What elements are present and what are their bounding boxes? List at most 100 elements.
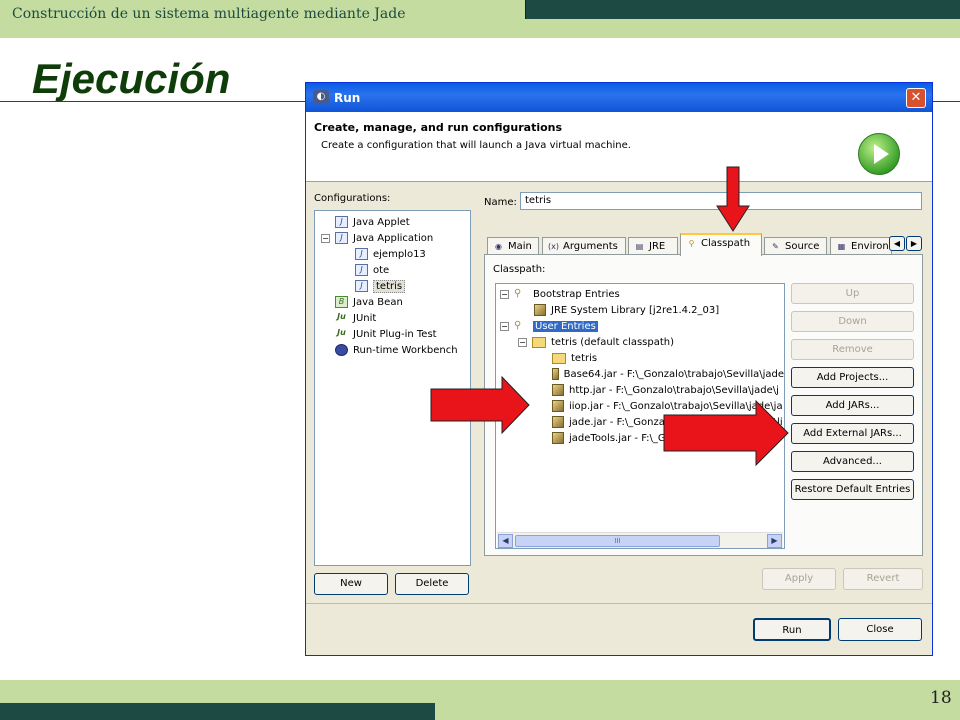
library-icon [534,304,546,316]
tab-label: JRE [649,241,666,252]
cp-item-label: tetris [571,352,598,364]
cp-item-bootstrap[interactable]: − ⚲ Bootstrap Entries [496,286,784,302]
dialog-banner: Create, manage, and run configurations C… [306,112,932,182]
tree-item-label: Run-time Workbench [353,344,458,356]
restore-default-entries-button[interactable]: Restore Default Entries [791,479,914,500]
collapse-icon[interactable]: − [500,289,509,299]
cp-item-label: User Entries [533,320,598,332]
user-entries-icon: ⚲ [514,320,522,331]
cp-item-jar[interactable]: http.jar - F:\_Gonzalo\trabajo\Sevilla\j… [496,382,784,398]
environment-icon: ▦ [837,241,846,251]
cp-item-label: Bootstrap Entries [533,288,620,300]
revert-button[interactable]: Revert [843,568,923,590]
cp-item-label: JRE System Library [j2re1.4.2_03] [551,304,720,316]
slide-header-text: Construcción de un sistema multiagente m… [12,6,406,22]
run-button[interactable]: Run [753,618,831,641]
tab-label: Main [508,241,532,252]
cp-item-jar[interactable]: Base64.jar - F:\_Gonzalo\trabajo\Sevilla… [496,366,784,382]
slide-title: Ejecución [32,55,231,102]
collapse-icon[interactable]: − [518,337,527,347]
bootstrap-entries-icon: ⚲ [514,288,522,299]
down-arrow-to-classpath-tab [716,166,750,232]
tab-scroll-right-icon[interactable]: ▶ [906,236,922,251]
scroll-right-icon[interactable]: ▶ [767,534,782,548]
dialog-titlebar[interactable]: ◐ Run ✕ [306,83,932,112]
close-button[interactable]: Close [838,618,922,641]
tree-item-label: Java Application [353,232,434,244]
delete-button[interactable]: Delete [395,573,469,595]
run-launch-icon [858,133,900,175]
scroll-left-icon[interactable]: ◀ [498,534,513,548]
tree-item-java-application[interactable]: − J Java Application [315,230,470,246]
tree-item-label: ejemplo13 [373,248,426,260]
tree-item-junit[interactable]: Ju JUnit [315,310,470,326]
tab-label: Source [785,241,820,252]
add-projects-button[interactable]: Add Projects... [791,367,914,388]
page-number: 18 [930,688,952,708]
new-button[interactable]: New [314,573,388,595]
tree-item-java-bean[interactable]: B Java Bean [315,294,470,310]
main-tab-icon: ◉ [495,241,502,251]
junit-plugin-icon: Ju [337,328,346,337]
tree-item-java-applet[interactable]: J Java Applet [315,214,470,230]
remove-button[interactable]: Remove [791,339,914,360]
workbench-icon [335,344,348,356]
apply-button[interactable]: Apply [762,568,836,590]
tree-item-label: Java Bean [353,296,403,308]
source-icon: ✎ [772,241,779,251]
eclipse-icon: ◐ [313,90,329,104]
cp-item-jre-library[interactable]: JRE System Library [j2re1.4.2_03] [496,302,784,318]
tree-item-label: tetris [373,279,406,293]
advanced-button[interactable]: Advanced... [791,451,914,472]
run-dialog: ◐ Run ✕ Create, manage, and run configur… [305,82,933,656]
add-external-jars-button[interactable]: Add External JARs... [791,423,914,444]
tree-item-label: JUnit [353,312,377,324]
collapse-icon[interactable]: − [500,321,509,331]
classpath-label: Classpath: [493,264,546,275]
arguments-icon: (x) [548,241,559,251]
jar-icon [552,432,564,444]
tree-item-label: ote [373,264,390,276]
close-icon[interactable]: ✕ [906,88,926,108]
horizontal-scrollbar[interactable]: ◀ III ▶ [497,532,783,548]
tree-item-ejemplo13[interactable]: Jejemplo13 [315,246,470,262]
java-config-icon: J [355,280,368,292]
banner-description: Create a configuration that will launch … [321,140,631,151]
add-jars-button[interactable]: Add JARs... [791,395,914,416]
jar-icon [552,368,559,380]
java-config-icon: J [355,264,368,276]
java-applet-icon: J [335,216,348,228]
scrollbar-thumb[interactable]: III [515,535,720,547]
cp-item-label: http.jar - F:\_Gonzalo\trabajo\Sevilla\j… [569,384,779,396]
cp-item-label: tetris (default classpath) [551,336,674,348]
junit-icon: Ju [337,312,346,321]
slide-header-dark-bar [525,0,960,19]
slide-footer-dark-bar [0,703,435,720]
collapse-icon[interactable]: − [321,233,330,243]
banner-title: Create, manage, and run configurations [314,121,563,134]
cp-item-label: Base64.jar - F:\_Gonzalo\trabajo\Sevilla… [563,368,784,380]
jre-icon: ▤ [635,241,644,251]
jar-icon [552,400,564,412]
folder-icon [552,352,566,364]
tree-item-junit-plugin[interactable]: Ju JUnit Plug-in Test [315,326,470,342]
java-bean-icon: B [335,296,348,308]
configurations-label: Configurations: [314,193,391,204]
name-label: Name: [484,197,517,208]
tab-classpath[interactable]: ⚲ Classpath [680,233,762,256]
cp-item-tetris-default[interactable]: − tetris (default classpath) [496,334,784,350]
tree-item-tetris[interactable]: Jtetris [315,278,470,294]
right-arrow-to-jar-list [430,376,530,434]
tree-item-ote[interactable]: Jote [315,262,470,278]
tab-label: Environ [851,241,889,252]
tree-item-label: JUnit Plug-in Test [353,328,437,340]
right-arrow-to-add-external-jars [663,400,789,466]
down-button[interactable]: Down [791,311,914,332]
tree-item-runtime-workbench[interactable]: Run-time Workbench [315,342,470,358]
cp-item-user-entries[interactable]: − ⚲ User Entries [496,318,784,334]
cp-item-tetris[interactable]: tetris [496,350,784,366]
classpath-icon: ⚲ [688,238,695,248]
tab-scroll-left-icon[interactable]: ◀ [889,236,905,251]
tree-item-label: Java Applet [353,216,410,228]
up-button[interactable]: Up [791,283,914,304]
